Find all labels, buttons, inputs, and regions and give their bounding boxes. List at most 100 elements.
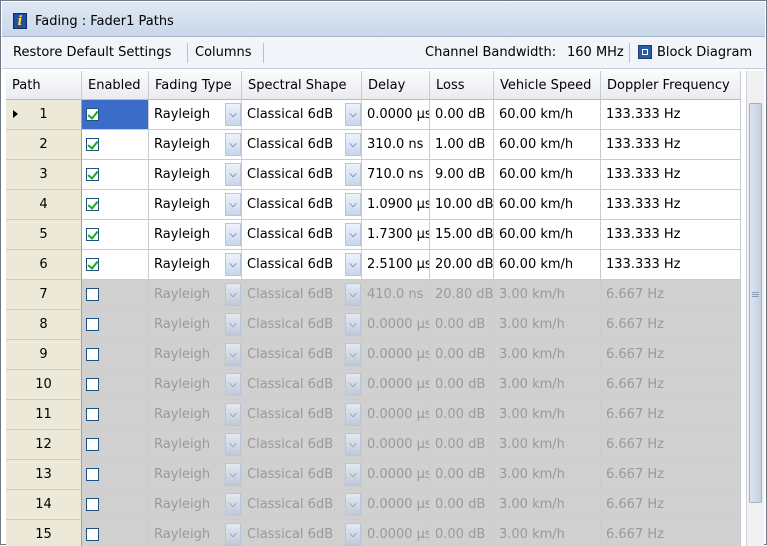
vehicle-speed-cell[interactable]: 3.00 km/h bbox=[494, 490, 601, 520]
loss-cell[interactable]: 0.00 dB bbox=[430, 100, 494, 130]
dropdown-chevron-icon[interactable]: ⌵ bbox=[225, 103, 241, 126]
row-header-path[interactable]: 15 bbox=[6, 520, 82, 546]
row-header-path[interactable]: 12 bbox=[6, 430, 82, 460]
vehicle-speed-cell[interactable]: 3.00 km/h bbox=[494, 430, 601, 460]
table-row[interactable]: 15 Rayleigh ⌵ Classical 6dB ⌵ 0.0000 µs 0.00 d… bbox=[6, 520, 746, 546]
delay-cell[interactable]: 0.0000 µs bbox=[362, 100, 430, 130]
table-row[interactable]: 4 Rayleigh ⌵ Classical 6dB ⌵ 1.0900 µs 10.00 d… bbox=[6, 190, 746, 220]
fading-type-cell[interactable]: Rayleigh ⌵ bbox=[149, 490, 242, 520]
row-header-path[interactable]: 1 bbox=[6, 100, 82, 130]
dropdown-chevron-icon[interactable]: ⌵ bbox=[225, 523, 241, 546]
fading-type-cell[interactable]: Rayleigh ⌵ bbox=[149, 430, 242, 460]
column-header-delay[interactable]: Delay bbox=[362, 71, 430, 100]
enabled-cell[interactable] bbox=[82, 520, 149, 546]
spectral-shape-cell[interactable]: Classical 6dB ⌵ bbox=[242, 460, 362, 490]
spectral-shape-cell[interactable]: Classical 6dB ⌵ bbox=[242, 370, 362, 400]
column-header-enabled[interactable]: Enabled bbox=[82, 71, 149, 100]
loss-cell[interactable]: 15.00 dB bbox=[430, 220, 494, 250]
enabled-checkbox[interactable] bbox=[86, 258, 99, 271]
vehicle-speed-cell[interactable]: 60.00 km/h bbox=[494, 130, 601, 160]
vehicle-speed-cell[interactable]: 3.00 km/h bbox=[494, 370, 601, 400]
enabled-cell[interactable] bbox=[82, 310, 149, 340]
vehicle-speed-cell[interactable]: 3.00 km/h bbox=[494, 460, 601, 490]
fading-type-cell[interactable]: Rayleigh ⌵ bbox=[149, 160, 242, 190]
dropdown-chevron-icon[interactable]: ⌵ bbox=[225, 493, 241, 516]
fading-type-cell[interactable]: Rayleigh ⌵ bbox=[149, 130, 242, 160]
dropdown-chevron-icon[interactable]: ⌵ bbox=[345, 463, 361, 486]
enabled-cell[interactable] bbox=[82, 280, 149, 310]
table-row[interactable]: 12 Rayleigh ⌵ Classical 6dB ⌵ 0.0000 µs 0.00 d… bbox=[6, 430, 746, 460]
doppler-frequency-cell[interactable]: 6.667 Hz bbox=[601, 400, 741, 430]
enabled-checkbox[interactable] bbox=[86, 408, 99, 421]
column-header-fading-type[interactable]: Fading Type bbox=[149, 71, 242, 100]
enabled-checkbox[interactable] bbox=[86, 378, 99, 391]
dropdown-chevron-icon[interactable]: ⌵ bbox=[225, 253, 241, 276]
delay-cell[interactable]: 0.0000 µs bbox=[362, 400, 430, 430]
enabled-cell[interactable] bbox=[82, 190, 149, 220]
row-header-path[interactable]: 11 bbox=[6, 400, 82, 430]
spectral-shape-cell[interactable]: Classical 6dB ⌵ bbox=[242, 130, 362, 160]
doppler-frequency-cell[interactable]: 6.667 Hz bbox=[601, 460, 741, 490]
row-header-path[interactable]: 4 bbox=[6, 190, 82, 220]
table-row[interactable]: 2 Rayleigh ⌵ Classical 6dB ⌵ 310.0 ns 1.00 dB 6… bbox=[6, 130, 746, 160]
dropdown-chevron-icon[interactable]: ⌵ bbox=[345, 163, 361, 186]
enabled-checkbox[interactable] bbox=[86, 468, 99, 481]
fading-type-cell[interactable]: Rayleigh ⌵ bbox=[149, 250, 242, 280]
scrollbar-thumb[interactable] bbox=[749, 103, 762, 503]
vehicle-speed-cell[interactable]: 60.00 km/h bbox=[494, 160, 601, 190]
dropdown-chevron-icon[interactable]: ⌵ bbox=[345, 253, 361, 276]
dropdown-chevron-icon[interactable]: ⌵ bbox=[345, 103, 361, 126]
loss-cell[interactable]: 0.00 dB bbox=[430, 370, 494, 400]
delay-cell[interactable]: 1.7300 µs bbox=[362, 220, 430, 250]
vehicle-speed-cell[interactable]: 60.00 km/h bbox=[494, 100, 601, 130]
loss-cell[interactable]: 0.00 dB bbox=[430, 310, 494, 340]
doppler-frequency-cell[interactable]: 133.333 Hz bbox=[601, 220, 741, 250]
fading-type-cell[interactable]: Rayleigh ⌵ bbox=[149, 400, 242, 430]
loss-cell[interactable]: 20.80 dB bbox=[430, 280, 494, 310]
dropdown-chevron-icon[interactable]: ⌵ bbox=[225, 313, 241, 336]
doppler-frequency-cell[interactable]: 6.667 Hz bbox=[601, 280, 741, 310]
row-header-path[interactable]: 7 bbox=[6, 280, 82, 310]
dropdown-chevron-icon[interactable]: ⌵ bbox=[345, 373, 361, 396]
row-header-path[interactable]: 10 bbox=[6, 370, 82, 400]
dropdown-chevron-icon[interactable]: ⌵ bbox=[225, 163, 241, 186]
dropdown-chevron-icon[interactable]: ⌵ bbox=[345, 343, 361, 366]
spectral-shape-cell[interactable]: Classical 6dB ⌵ bbox=[242, 100, 362, 130]
enabled-checkbox[interactable] bbox=[86, 228, 99, 241]
table-row[interactable]: 14 Rayleigh ⌵ Classical 6dB ⌵ 0.0000 µs 0.00 d… bbox=[6, 490, 746, 520]
dropdown-chevron-icon[interactable]: ⌵ bbox=[345, 133, 361, 156]
loss-cell[interactable]: 1.00 dB bbox=[430, 130, 494, 160]
spectral-shape-cell[interactable]: Classical 6dB ⌵ bbox=[242, 340, 362, 370]
enabled-checkbox[interactable] bbox=[86, 198, 99, 211]
doppler-frequency-cell[interactable]: 6.667 Hz bbox=[601, 370, 741, 400]
doppler-frequency-cell[interactable]: 6.667 Hz bbox=[601, 430, 741, 460]
row-header-path[interactable]: 3 bbox=[6, 160, 82, 190]
enabled-cell[interactable] bbox=[82, 250, 149, 280]
table-row[interactable]: 6 Rayleigh ⌵ Classical 6dB ⌵ 2.5100 µs 20.00 d… bbox=[6, 250, 746, 280]
vehicle-speed-cell[interactable]: 3.00 km/h bbox=[494, 280, 601, 310]
table-row[interactable]: 11 Rayleigh ⌵ Classical 6dB ⌵ 0.0000 µs 0.00 d… bbox=[6, 400, 746, 430]
enabled-cell[interactable] bbox=[82, 490, 149, 520]
enabled-checkbox[interactable] bbox=[86, 498, 99, 511]
dropdown-chevron-icon[interactable]: ⌵ bbox=[225, 433, 241, 456]
dropdown-chevron-icon[interactable]: ⌵ bbox=[345, 313, 361, 336]
vehicle-speed-cell[interactable]: 60.00 km/h bbox=[494, 220, 601, 250]
table-row[interactable]: 10 Rayleigh ⌵ Classical 6dB ⌵ 0.0000 µs 0.00 d… bbox=[6, 370, 746, 400]
block-diagram-icon[interactable] bbox=[638, 45, 652, 59]
row-header-path[interactable]: 14 bbox=[6, 490, 82, 520]
loss-cell[interactable]: 0.00 dB bbox=[430, 340, 494, 370]
enabled-cell[interactable] bbox=[82, 220, 149, 250]
spectral-shape-cell[interactable]: Classical 6dB ⌵ bbox=[242, 280, 362, 310]
dropdown-chevron-icon[interactable]: ⌵ bbox=[345, 283, 361, 306]
spectral-shape-cell[interactable]: Classical 6dB ⌵ bbox=[242, 190, 362, 220]
dropdown-chevron-icon[interactable]: ⌵ bbox=[225, 223, 241, 246]
delay-cell[interactable]: 310.0 ns bbox=[362, 130, 430, 160]
spectral-shape-cell[interactable]: Classical 6dB ⌵ bbox=[242, 400, 362, 430]
vertical-scrollbar[interactable] bbox=[746, 71, 764, 546]
row-header-path[interactable]: 6 bbox=[6, 250, 82, 280]
doppler-frequency-cell[interactable]: 6.667 Hz bbox=[601, 520, 741, 546]
fading-type-cell[interactable]: Rayleigh ⌵ bbox=[149, 460, 242, 490]
enabled-checkbox[interactable] bbox=[86, 318, 99, 331]
column-header-vehicle-speed[interactable]: Vehicle Speed bbox=[494, 71, 601, 100]
enabled-cell[interactable] bbox=[82, 340, 149, 370]
